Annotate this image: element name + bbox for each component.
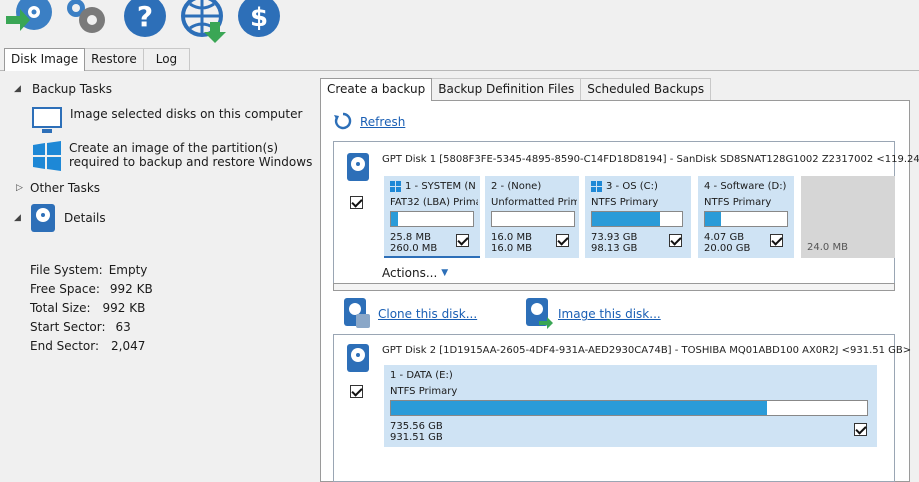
tab-log[interactable]: Log (142, 48, 191, 70)
detail-file-system: File System: Empty (30, 263, 148, 277)
disk-1-panel[interactable]: GPT Disk 1 [5808F3FE-5345-4895-8590-C14F… (333, 141, 919, 284)
tab-backup-definition-files[interactable]: Backup Definition Files (431, 78, 582, 100)
partition-1-checkbox[interactable] (456, 234, 469, 247)
disk-2-header: GPT Disk 2 [1D1915AA-2605-4DF4-931A-AED2… (382, 345, 912, 356)
image-this-disk-link[interactable]: Image this disk... (558, 307, 661, 321)
partition-3-checkbox[interactable] (669, 234, 682, 247)
disk-clone-icon[interactable] (4, 0, 58, 42)
create-backup-panel: Refresh GPT Disk 1 [5808F3FE-5345-4895-8… (320, 100, 919, 482)
usage-bar (390, 400, 868, 416)
help-icon[interactable]: ? (122, 0, 168, 40)
refresh-icon[interactable] (333, 111, 353, 131)
usage-bar (591, 211, 683, 227)
backup-tabs: Create a backup Backup Definition Files … (320, 78, 712, 101)
partition-2-unformatted[interactable]: 2 - (None) Unformatted Primary 16.0 MB16… (485, 176, 579, 258)
windows-logo-icon (33, 141, 61, 171)
toolbar: ? $ (0, 0, 919, 46)
disk-1-checkbox[interactable] (350, 196, 363, 209)
backup-tasks-header[interactable]: ◢ Backup Tasks (14, 82, 112, 96)
partition-data-checkbox[interactable] (854, 423, 867, 436)
clone-this-disk-link[interactable]: Clone this disk... (378, 307, 477, 321)
usage-bar (491, 211, 575, 227)
web-download-icon[interactable] (180, 0, 230, 44)
usage-bar-fill (391, 401, 768, 415)
clone-disk-icon[interactable] (343, 297, 371, 329)
windows-logo-icon (390, 181, 401, 192)
collapse-triangle-icon: ◢ (14, 84, 21, 94)
detail-end-sector: End Sector: 2,047 (30, 339, 146, 353)
unallocated-space[interactable]: 24.0 MB (801, 176, 895, 258)
create-windows-image-task[interactable]: Create an image of the partition(s) requ… (32, 141, 312, 171)
other-tasks-header[interactable]: ▷ Other Tasks (16, 181, 100, 195)
details-header[interactable]: ◢ Details (14, 203, 106, 233)
usage-bar (390, 211, 474, 227)
detail-total-size: Total Size: 992 KB (30, 301, 146, 315)
disk-icon (347, 344, 369, 372)
partition-4-checkbox[interactable] (770, 234, 783, 247)
image-selected-disks-task[interactable]: Image selected disks on this computer (32, 107, 302, 135)
expand-triangle-icon: ▷ (16, 183, 23, 193)
detail-start-sector: Start Sector: 63 (30, 320, 131, 334)
svg-text:?: ? (137, 0, 153, 33)
monitor-icon (32, 107, 62, 133)
purchase-icon[interactable]: $ (236, 0, 282, 40)
tab-create-backup[interactable]: Create a backup (320, 78, 433, 101)
settings-gears-icon[interactable] (60, 0, 108, 42)
tab-restore[interactable]: Restore (84, 48, 144, 70)
collapse-triangle-icon: ◢ (14, 213, 21, 223)
tab-disk-image[interactable]: Disk Image (4, 48, 86, 71)
usage-bar-fill (592, 212, 660, 226)
disk-icon (31, 204, 55, 232)
disk-2-panel[interactable]: GPT Disk 2 [1D1915AA-2605-4DF4-931A-AED2… (333, 334, 911, 482)
tab-scheduled-backups[interactable]: Scheduled Backups (580, 78, 712, 100)
partition-details: File System: Empty Free Space: 992 KB Tota… (30, 261, 153, 356)
usage-bar-fill (391, 212, 398, 226)
image-disk-icon[interactable] (525, 297, 553, 329)
disk-icon (347, 153, 369, 181)
left-task-panel: ◢ Backup Tasks Image selected disks on t… (0, 71, 316, 482)
usage-bar (704, 211, 788, 227)
partition-data-e[interactable]: 1 - DATA (E:) NTFS Primary 735.56 GB 931.… (384, 365, 877, 447)
detail-free-space: Free Space: 992 KB (30, 282, 153, 296)
svg-text:$: $ (250, 3, 268, 33)
refresh-link[interactable]: Refresh (360, 115, 405, 129)
partition-1-system[interactable]: 1 - SYSTEM (N FAT32 (LBA) Primar 25.8 MB… (384, 176, 480, 258)
windows-logo-icon (591, 181, 602, 192)
partition-3-os[interactable]: 3 - OS (C:) NTFS Primary 73.93 GB 98.13 G… (585, 176, 691, 258)
actions-dropdown[interactable]: Actions... ▼ (382, 266, 448, 280)
disk-1-horizontal-scrollbar[interactable] (333, 283, 895, 291)
disk-1-header: GPT Disk 1 [5808F3FE-5345-4895-8590-C14F… (382, 154, 919, 165)
partition-4-software[interactable]: 4 - Software (D:) NTFS Primary 4.07 GB 20… (698, 176, 794, 258)
partition-2-checkbox[interactable] (556, 234, 569, 247)
usage-bar-fill (705, 212, 722, 226)
main-tabs: Disk Image Restore Log (4, 48, 191, 71)
disk-2-checkbox[interactable] (350, 385, 363, 398)
dropdown-arrow-icon: ▼ (441, 268, 449, 278)
